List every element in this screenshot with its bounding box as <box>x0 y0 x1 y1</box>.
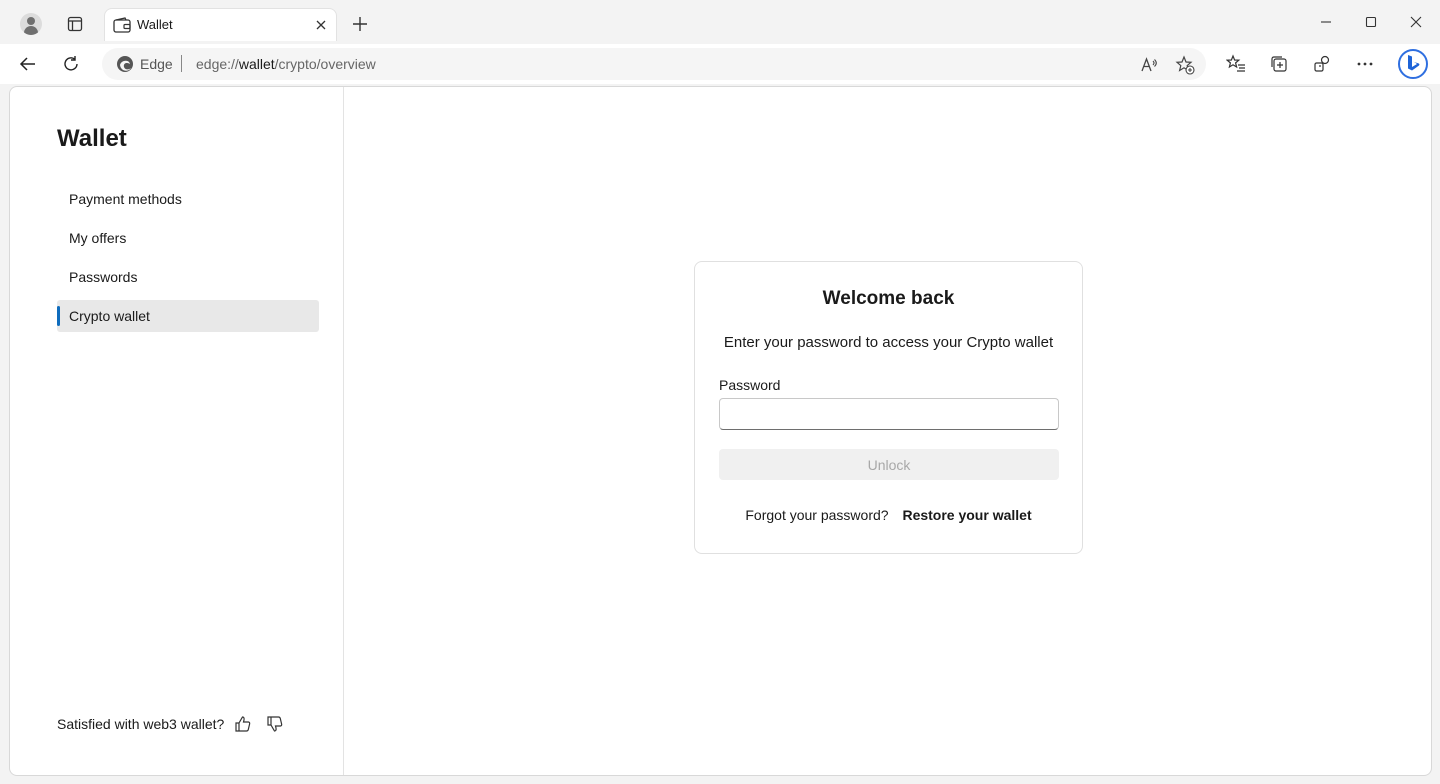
settings-more-button[interactable] <box>1351 50 1379 78</box>
url-text[interactable]: edge://wallet/crypto/overview <box>196 56 376 72</box>
feedback-label: Satisfied with web3 wallet? <box>57 716 225 732</box>
edge-logo-icon <box>117 56 133 72</box>
bing-copilot-icon <box>1398 49 1428 79</box>
sidebar-item-payment-methods[interactable]: Payment methods <box>57 183 319 215</box>
back-button[interactable] <box>14 50 42 78</box>
collections-icon <box>1271 56 1287 72</box>
minimize-button[interactable] <box>1314 10 1338 34</box>
extensions-icon <box>1314 55 1330 72</box>
address-separator <box>181 55 182 72</box>
collections-button[interactable] <box>1265 50 1293 78</box>
unlock-wallet-card: Welcome back Enter your password to acce… <box>694 261 1083 554</box>
tab-actions-icon <box>67 16 83 32</box>
card-title: Welcome back <box>822 288 955 309</box>
restore-wallet-link[interactable]: Restore your wallet <box>902 507 1031 523</box>
close-window-button[interactable] <box>1404 10 1428 34</box>
profile-button[interactable] <box>16 9 46 39</box>
sidebar-title: Wallet <box>57 125 127 152</box>
password-input[interactable] <box>719 398 1059 430</box>
add-favorite-button[interactable] <box>1174 54 1196 76</box>
browser-toolbar: Edge edge://wallet/crypto/overview <box>0 44 1440 84</box>
favorites-button[interactable] <box>1222 50 1250 78</box>
extensions-button[interactable] <box>1308 50 1336 78</box>
minimize-icon <box>1321 21 1331 23</box>
unlock-button[interactable]: Unlock <box>719 449 1059 480</box>
address-bar[interactable]: Edge edge://wallet/crypto/overview <box>102 48 1206 80</box>
new-tab-button[interactable] <box>346 10 374 38</box>
password-recovery-row: Forgot your password? Restore your walle… <box>695 507 1082 523</box>
close-icon <box>1410 16 1422 28</box>
tab-title: Wallet <box>137 17 173 32</box>
thumbs-up-icon <box>235 716 251 732</box>
avatar-icon <box>20 13 42 35</box>
tab-close-button[interactable] <box>312 16 330 34</box>
back-arrow-icon <box>19 57 35 71</box>
read-aloud-icon <box>1141 57 1157 72</box>
refresh-button[interactable] <box>57 50 85 78</box>
url-host: wallet <box>238 56 275 72</box>
browser-tab[interactable]: Wallet <box>104 8 337 41</box>
url-path: /crypto/overview <box>274 56 376 72</box>
star-add-icon <box>1175 55 1195 75</box>
feedback-row: Satisfied with web3 wallet? <box>57 713 286 735</box>
maximize-icon <box>1365 16 1377 28</box>
sidebar-item-passwords[interactable]: Passwords <box>57 261 319 293</box>
forgot-password-text: Forgot your password? <box>745 507 889 523</box>
read-aloud-button[interactable] <box>1138 54 1160 76</box>
copilot-button[interactable] <box>1397 48 1429 80</box>
maximize-button[interactable] <box>1359 10 1383 34</box>
refresh-icon <box>64 56 78 71</box>
wallet-icon <box>113 17 131 33</box>
thumbs-down-button[interactable] <box>264 713 286 735</box>
wallet-sidebar: Wallet Payment methods My offers Passwor… <box>10 87 344 775</box>
plus-icon <box>353 17 367 31</box>
card-description: Enter your password to access your Crypt… <box>723 334 1054 351</box>
thumbs-down-icon <box>267 716 283 732</box>
sidebar-item-my-offers[interactable]: My offers <box>57 222 319 254</box>
more-icon <box>1357 62 1373 66</box>
title-bar: Wallet <box>0 0 1440 44</box>
tab-actions-button[interactable] <box>62 11 88 37</box>
url-prefix: edge:// <box>196 56 239 72</box>
password-label: Password <box>719 377 781 393</box>
close-icon <box>316 20 326 30</box>
page-content: Wallet Payment methods My offers Passwor… <box>9 86 1432 776</box>
thumbs-up-button[interactable] <box>232 713 254 735</box>
sidebar-item-crypto-wallet[interactable]: Crypto wallet <box>57 300 319 332</box>
favorites-icon <box>1226 54 1245 72</box>
site-identity-label: Edge <box>140 56 173 72</box>
